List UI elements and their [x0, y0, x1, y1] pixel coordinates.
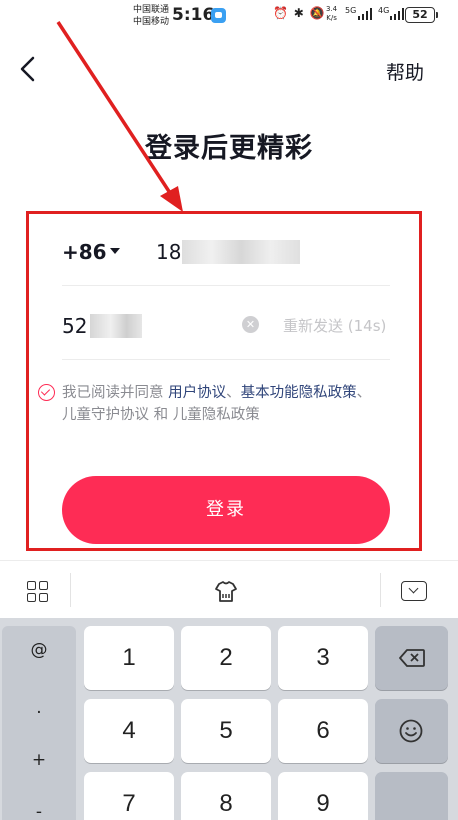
annotation-highlight-box	[26, 211, 422, 551]
annotation-arrow	[56, 21, 183, 212]
app-notification-icon	[211, 8, 226, 23]
back-button[interactable]	[14, 54, 44, 84]
signal-icon	[358, 8, 372, 20]
carrier-names: 中国联通 中国移动	[133, 4, 169, 28]
emoji-key[interactable]	[375, 699, 448, 763]
toolbar-divider	[380, 573, 381, 607]
hide-keyboard-icon[interactable]	[401, 581, 427, 601]
carrier-1: 中国联通	[133, 5, 170, 15]
symbol-key[interactable]: -	[2, 802, 76, 820]
carrier-2: 中国移动	[133, 17, 170, 27]
key-9[interactable]: 9	[278, 772, 368, 820]
symbol-column[interactable]: @ . + -	[2, 626, 76, 820]
function-key[interactable]	[375, 772, 448, 820]
key-5[interactable]: 5	[181, 699, 271, 763]
symbol-key[interactable]: .	[2, 698, 76, 718]
page-title: 登录后更精彩	[145, 133, 313, 164]
chevron-left-icon	[20, 56, 35, 82]
backspace-icon	[399, 649, 425, 667]
backspace-key[interactable]	[375, 626, 448, 690]
sim1-type: 5G	[345, 6, 357, 15]
key-3[interactable]: 3	[278, 626, 368, 690]
sim2-type: 4G	[378, 6, 390, 15]
toolbar-divider	[70, 573, 71, 607]
keyboard-toolbar	[0, 560, 458, 618]
numeric-keyboard: @ . + - 1 2 3 4 5 6 7 8 9	[0, 618, 458, 820]
key-7[interactable]: 7	[84, 772, 174, 820]
network-speed: 3.4 K/s	[326, 5, 338, 22]
key-2[interactable]: 2	[181, 626, 271, 690]
mute-icon: 🔕	[309, 6, 326, 20]
system-icons: ⏰ ✱ 🔕	[273, 6, 326, 20]
grid-menu-icon[interactable]	[27, 581, 49, 603]
status-bar: 中国联通 中国移动 5:16 ⏰ ✱ 🔕 3.4 K/s 5G 4G 52	[0, 0, 458, 34]
keyboard-skin-icon[interactable]	[213, 579, 239, 605]
emoji-icon	[399, 719, 423, 743]
symbol-key[interactable]: @	[2, 640, 76, 660]
key-4[interactable]: 4	[84, 699, 174, 763]
bluetooth-icon: ✱	[293, 6, 305, 20]
symbol-key[interactable]: +	[2, 750, 76, 770]
key-1[interactable]: 1	[84, 626, 174, 690]
signal-icon-2	[390, 8, 404, 20]
battery-icon: 52	[405, 7, 438, 23]
key-8[interactable]: 8	[181, 772, 271, 820]
key-6[interactable]: 6	[278, 699, 368, 763]
help-link[interactable]: 帮助	[386, 58, 424, 85]
status-time: 5:16	[172, 5, 215, 25]
alarm-icon: ⏰	[273, 6, 289, 20]
